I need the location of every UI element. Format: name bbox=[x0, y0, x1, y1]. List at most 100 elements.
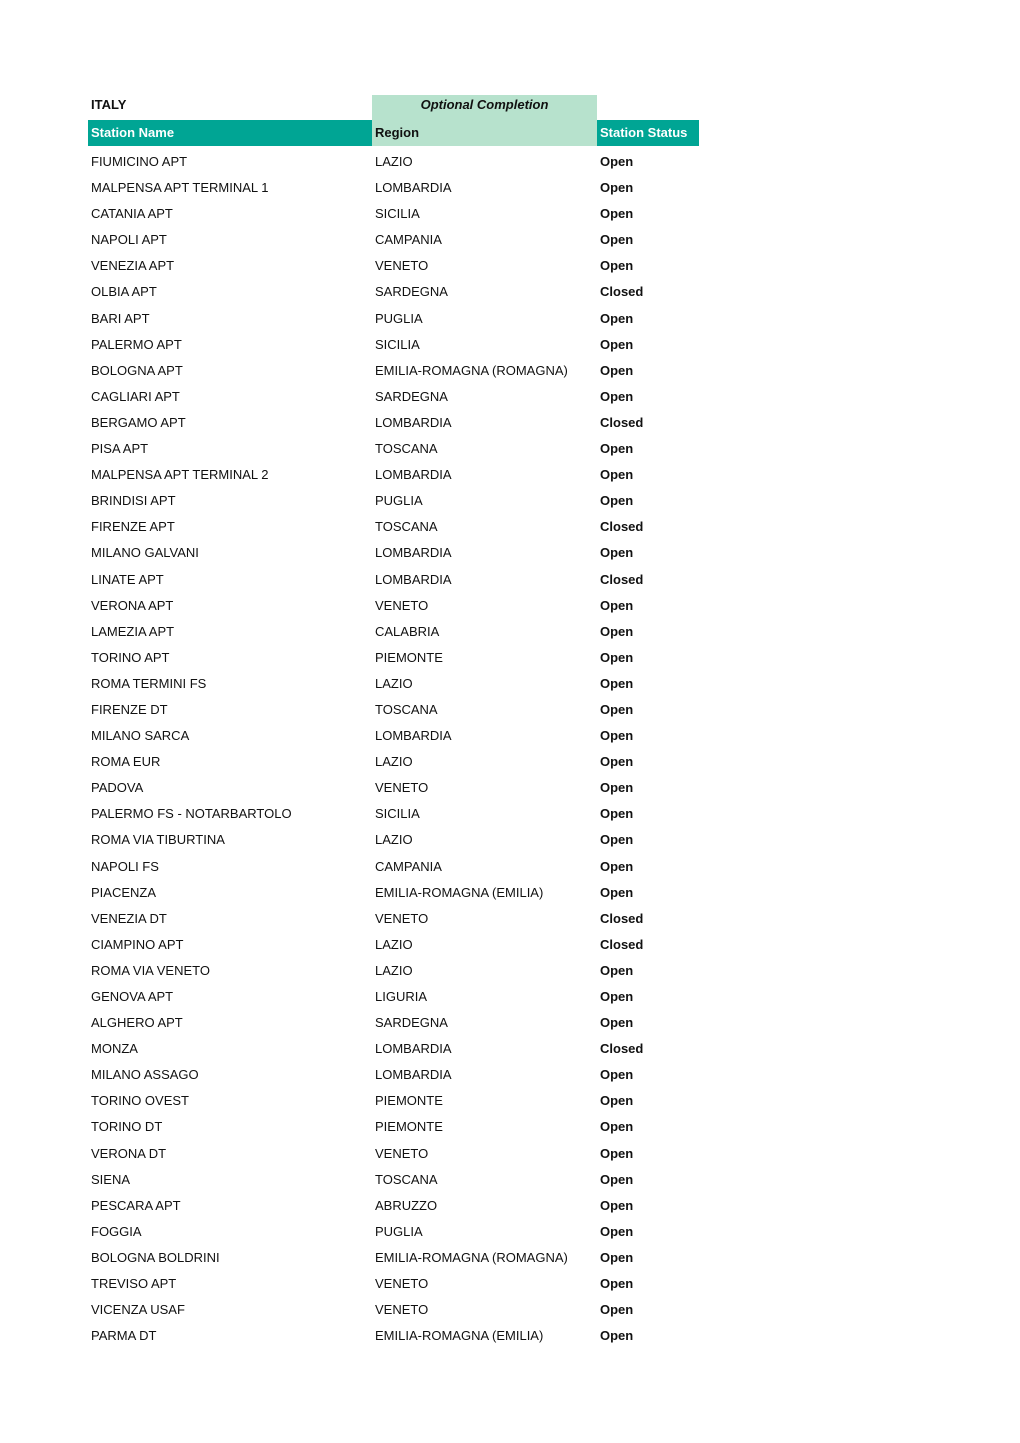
region-cell: SICILIA bbox=[375, 806, 420, 822]
table-body: FIUMICINO APT LAZIO Open MALPENSA APT TE… bbox=[88, 150, 699, 1350]
table-row: VERONA DT VENETO Open bbox=[88, 1142, 699, 1168]
station-name-cell: VENEZIA APT bbox=[91, 258, 175, 274]
table-row: PESCARA APT ABRUZZO Open bbox=[88, 1194, 699, 1220]
station-status-cell: Open bbox=[600, 962, 634, 978]
station-name-cell: ROMA TERMINI FS bbox=[91, 675, 207, 691]
table-row: NAPOLI APT CAMPANIA Open bbox=[88, 228, 699, 254]
station-status-cell: Open bbox=[600, 1145, 634, 1161]
station-status-cell: Open bbox=[600, 1223, 634, 1239]
station-status-cell: Open bbox=[600, 1015, 634, 1031]
station-name-cell: ROMA VIA TIBURTINA bbox=[91, 832, 225, 848]
title-row: ITALY Optional Completion bbox=[88, 95, 699, 120]
region-cell: LAZIO bbox=[375, 754, 413, 770]
station-name-cell: OLBIA APT bbox=[91, 284, 157, 300]
region-cell: EMILIA-ROMAGNA (ROMAGNA) bbox=[375, 1249, 568, 1265]
table-row: ROMA VIA TIBURTINA LAZIO Open bbox=[88, 828, 699, 854]
table-row: PADOVA VENETO Open bbox=[88, 776, 699, 802]
station-status-cell: Open bbox=[600, 728, 634, 744]
table-row: PALERMO FS - NOTARBARTOLO SICILIA Open bbox=[88, 802, 699, 828]
table-row: TORINO OVEST PIEMONTE Open bbox=[88, 1089, 699, 1115]
station-name-cell: TREVISO APT bbox=[91, 1276, 177, 1292]
station-status-cell: Open bbox=[600, 1093, 634, 1109]
station-name-cell: MONZA bbox=[91, 1041, 138, 1057]
region-cell: TOSCANA bbox=[375, 441, 438, 457]
station-status-cell: Closed bbox=[600, 519, 644, 535]
table-row: FIUMICINO APT LAZIO Open bbox=[88, 150, 699, 176]
station-name-cell: PISA APT bbox=[91, 441, 149, 457]
table-row: ROMA TERMINI FS LAZIO Open bbox=[88, 672, 699, 698]
region-cell: CAMPANIA bbox=[375, 858, 442, 874]
station-name-cell: CAGLIARI APT bbox=[91, 388, 180, 404]
station-name-cell: ROMA EUR bbox=[91, 754, 161, 770]
table-row: BOLOGNA APT EMILIA-ROMAGNA (ROMAGNA) Ope… bbox=[88, 359, 699, 385]
station-status-cell: Open bbox=[600, 493, 634, 509]
table-row: SIENA TOSCANA Open bbox=[88, 1168, 699, 1194]
station-name-cell: TORINO OVEST bbox=[91, 1093, 189, 1109]
table-row: TORINO DT PIEMONTE Open bbox=[88, 1115, 699, 1141]
region-cell: SARDEGNA bbox=[375, 1015, 448, 1031]
station-status-cell: Open bbox=[600, 1197, 634, 1213]
station-status-cell: Open bbox=[600, 806, 634, 822]
station-status-cell: Open bbox=[600, 1171, 634, 1187]
table-row: MALPENSA APT TERMINAL 1 LOMBARDIA Open bbox=[88, 176, 699, 202]
station-status-cell: Open bbox=[600, 1119, 634, 1135]
station-name-cell: MILANO GALVANI bbox=[91, 545, 199, 561]
region-cell: LOMBARDIA bbox=[375, 414, 452, 430]
table-row: CAGLIARI APT SARDEGNA Open bbox=[88, 385, 699, 411]
station-status-cell: Open bbox=[600, 597, 634, 613]
station-status-cell: Open bbox=[600, 388, 634, 404]
station-name-cell: LAMEZIA APT bbox=[91, 623, 175, 639]
region-cell: LOMBARDIA bbox=[375, 545, 452, 561]
station-name-cell: TORINO DT bbox=[91, 1119, 163, 1135]
table-row: GENOVA APT LIGURIA Open bbox=[88, 985, 699, 1011]
region-cell: LAZIO bbox=[375, 936, 413, 952]
station-status-cell: Open bbox=[600, 832, 634, 848]
table-row: BERGAMO APT LOMBARDIA Closed bbox=[88, 411, 699, 437]
region-cell: VENETO bbox=[375, 597, 429, 613]
region-cell: LOMBARDIA bbox=[375, 180, 452, 196]
table-row: VICENZA USAF VENETO Open bbox=[88, 1298, 699, 1324]
region-cell: PIEMONTE bbox=[375, 1093, 443, 1109]
station-status-cell: Open bbox=[600, 362, 634, 378]
region-cell: VENETO bbox=[375, 258, 429, 274]
station-name-cell: FIRENZE APT bbox=[91, 519, 175, 535]
table-row: MALPENSA APT TERMINAL 2 LOMBARDIA Open bbox=[88, 463, 699, 489]
region-cell: LOMBARDIA bbox=[375, 728, 452, 744]
region-cell: LOMBARDIA bbox=[375, 467, 452, 483]
table-row: MILANO ASSAGO LOMBARDIA Open bbox=[88, 1063, 699, 1089]
station-name-cell: NAPOLI APT bbox=[91, 232, 167, 248]
station-name-cell: PADOVA bbox=[91, 780, 144, 796]
station-name-cell: GENOVA APT bbox=[91, 989, 174, 1004]
station-name-cell: SIENA bbox=[91, 1171, 131, 1187]
station-status-cell: Open bbox=[600, 675, 634, 691]
station-name-cell: PIACENZA bbox=[91, 884, 157, 900]
station-name-cell: CATANIA APT bbox=[91, 206, 173, 222]
table-row: TREVISO APT VENETO Open bbox=[88, 1272, 699, 1298]
region-cell: EMILIA-ROMAGNA (EMILIA) bbox=[375, 884, 544, 900]
table-row: MILANO SARCA LOMBARDIA Open bbox=[88, 724, 699, 750]
station-name-cell: PARMA DT bbox=[91, 1328, 157, 1344]
station-name-cell: BERGAMO APT bbox=[91, 414, 186, 430]
table-row: FOGGIA PUGLIA Open bbox=[88, 1220, 699, 1246]
table-row: PALERMO APT SICILIA Open bbox=[88, 333, 699, 359]
region-cell: EMILIA-ROMAGNA (ROMAGNA) bbox=[375, 362, 568, 378]
station-status-cell: Open bbox=[600, 623, 634, 639]
station-status-cell: Open bbox=[600, 1276, 634, 1292]
station-status-cell: Open bbox=[600, 232, 634, 248]
region-cell: TOSCANA bbox=[375, 701, 438, 717]
table-row: PISA APT TOSCANA Open bbox=[88, 437, 699, 463]
station-name-cell: NAPOLI FS bbox=[91, 858, 159, 874]
table-row: BARI APT PUGLIA Open bbox=[88, 307, 699, 333]
station-status-cell: Closed bbox=[600, 284, 644, 300]
region-cell: SARDEGNA bbox=[375, 388, 448, 404]
station-status-cell: Closed bbox=[600, 1041, 644, 1057]
station-status-cell: Closed bbox=[600, 936, 644, 952]
region-cell: SICILIA bbox=[375, 336, 420, 352]
station-name-cell: VENEZIA DT bbox=[91, 910, 167, 926]
station-name-cell: ROMA VIA VENETO bbox=[91, 962, 210, 978]
station-name-cell: CIAMPINO APT bbox=[91, 936, 184, 952]
table-row: MONZA LOMBARDIA Closed bbox=[88, 1037, 699, 1063]
station-name-cell: LINATE APT bbox=[91, 571, 164, 587]
region-cell: VENETO bbox=[375, 1302, 429, 1318]
table-header: Station Name Region Station Status bbox=[88, 120, 699, 146]
